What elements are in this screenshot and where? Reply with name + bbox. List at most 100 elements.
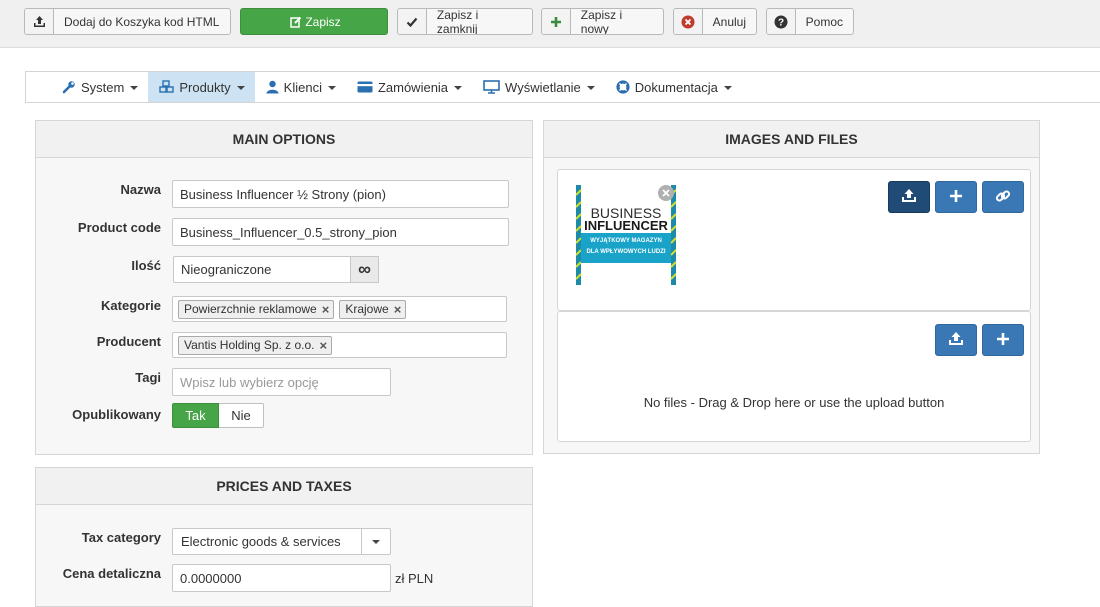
prices-panel: PRICES AND TAXES Tax category Electronic…: [35, 467, 533, 607]
svg-text:?: ?: [778, 17, 784, 28]
edit-icon: [287, 9, 305, 34]
main-menu: System Produkty Klienci Zamówienia Wyświ…: [25, 71, 1100, 103]
save-button[interactable]: Zapisz: [240, 8, 388, 35]
quantity-label: Ilość: [131, 258, 161, 273]
upload-file-button[interactable]: [935, 324, 977, 356]
no-files-message: No files - Drag & Drop here or use the u…: [643, 395, 945, 410]
categories-label: Kategorie: [101, 298, 161, 313]
menu-item-label: Klienci: [283, 79, 322, 95]
check-icon: [398, 9, 427, 34]
caret-down-icon: [327, 86, 336, 90]
save-new-label: Zapisz i nowy: [580, 8, 623, 35]
currency-label: zł PLN: [395, 571, 434, 586]
category-tag: Krajowe ×: [339, 299, 407, 319]
upload-image-button[interactable]: [888, 181, 930, 213]
infinity-icon: ∞: [358, 259, 371, 279]
retail-price-label: Cena detaliczna: [62, 566, 161, 581]
menu-item-dokumentacja[interactable]: Dokumentacja: [605, 72, 742, 102]
upload-icon: [25, 9, 54, 34]
product-code-input[interactable]: [172, 218, 509, 246]
category-tag-label: Krajowe: [345, 302, 389, 316]
tax-category-label: Tax category: [81, 530, 161, 545]
menu-item-label: Zamówienia: [377, 79, 449, 95]
menu-item-produkty[interactable]: Produkty: [148, 72, 255, 102]
name-input[interactable]: [172, 180, 509, 208]
product-image-thumbnail[interactable]: BUSINESS INFLUENCER WYJĄTKOWY MAGAZYN DL…: [575, 185, 677, 285]
images-dropzone[interactable]: BUSINESS INFLUENCER WYJĄTKOWY MAGAZYN DL…: [557, 169, 1031, 311]
published-yes-button[interactable]: Tak: [172, 403, 219, 428]
question-circle-icon: ?: [767, 9, 796, 34]
plus-icon: [996, 332, 1010, 349]
save-label: Zapisz: [305, 14, 341, 29]
thumbnail-text-3: WYJĄTKOWY MAGAZYN: [590, 238, 662, 244]
tags-input[interactable]: [172, 368, 391, 396]
save-new-button[interactable]: Zapisz i nowy: [541, 8, 664, 35]
product-code-label: Product code: [77, 220, 161, 235]
tags-label: Tagi: [135, 370, 161, 385]
menu-item-label: Dokumentacja: [634, 79, 718, 95]
menu-item-label: System: [81, 79, 125, 95]
main-options-title: MAIN OPTIONS: [36, 121, 532, 158]
add-file-button[interactable]: [982, 324, 1024, 356]
prices-title: PRICES AND TAXES: [36, 468, 532, 505]
caret-down-icon: [723, 86, 732, 90]
producer-field[interactable]: Vantis Holding Sp. z o.o. ×: [172, 332, 507, 358]
quantity-input[interactable]: [173, 256, 351, 283]
help-button[interactable]: ? Pomoc: [766, 8, 854, 35]
toolbar: Dodaj do Koszyka kod HTML Zapisz Zapisz …: [0, 0, 1100, 48]
tax-category-value: Electronic goods & services: [181, 534, 341, 549]
plus-icon: [542, 9, 571, 34]
cancel-circle-icon: [674, 9, 703, 34]
producer-tag-label: Vantis Holding Sp. z o.o.: [184, 338, 315, 352]
infinite-toggle-button[interactable]: ∞: [350, 256, 379, 283]
product-image: [575, 185, 677, 285]
wrench-icon: [62, 80, 76, 94]
credit-card-icon: [357, 81, 373, 93]
upload-icon: [948, 331, 964, 349]
categories-field[interactable]: Powierzchnie reklamowe × Krajowe ×: [172, 296, 507, 322]
caret-down-icon: [361, 529, 390, 554]
monitor-icon: [483, 80, 500, 94]
plus-icon: [949, 189, 963, 206]
save-close-label: Zapisz i zamknij: [436, 8, 479, 35]
link-image-button[interactable]: [982, 181, 1024, 213]
add-cart-html-label: Dodaj do Koszyka kod HTML: [64, 14, 220, 29]
caret-down-icon: [130, 86, 139, 90]
files-dropzone[interactable]: No files - Drag & Drop here or use the u…: [557, 311, 1031, 442]
category-tag-label: Powierzchnie reklamowe: [184, 302, 317, 316]
retail-price-input[interactable]: [172, 564, 391, 592]
images-files-title: IMAGES AND FILES: [544, 121, 1039, 158]
save-close-button[interactable]: Zapisz i zamknij: [397, 8, 533, 35]
menu-item-label: Produkty: [179, 79, 231, 95]
add-image-button[interactable]: [935, 181, 977, 213]
tax-category-select[interactable]: Electronic goods & services: [172, 528, 391, 555]
category-tag: Powierzchnie reklamowe ×: [178, 299, 335, 319]
remove-tag-icon[interactable]: ×: [322, 302, 330, 317]
main-options-panel: MAIN OPTIONS Nazwa Product code Ilość ∞ …: [35, 120, 533, 455]
menu-item-zamowienia[interactable]: Zamówienia: [346, 72, 472, 102]
remove-image-icon[interactable]: [658, 185, 674, 201]
cubes-icon: [159, 80, 175, 94]
menu-item-klienci[interactable]: Klienci: [255, 72, 346, 102]
producer-label: Producent: [96, 334, 161, 349]
remove-tag-icon[interactable]: ×: [394, 302, 402, 317]
name-label: Nazwa: [120, 182, 161, 197]
menu-item-system[interactable]: System: [26, 72, 148, 102]
menu-item-wyswietlanie[interactable]: Wyświetlanie: [472, 72, 605, 102]
add-cart-html-button[interactable]: Dodaj do Koszyka kod HTML: [24, 8, 231, 35]
remove-tag-icon[interactable]: ×: [320, 338, 328, 353]
images-files-panel: IMAGES AND FILES BUSINESS INFLUENCER WYJ…: [543, 120, 1040, 454]
menu-item-label: Wyświetlanie: [505, 79, 581, 95]
user-icon: [266, 80, 279, 94]
cancel-label: Anuluj: [712, 14, 746, 29]
thumbnail-text-2: INFLUENCER: [584, 218, 668, 233]
caret-down-icon: [454, 86, 463, 90]
cancel-button[interactable]: Anuluj: [673, 8, 757, 35]
published-label: Opublikowany: [72, 407, 161, 422]
help-label: Pomoc: [805, 14, 843, 29]
upload-icon: [901, 188, 917, 206]
thumbnail-text-4: DLA WPŁYWOWYCH LUDZI: [586, 249, 666, 255]
link-icon: [995, 188, 1011, 207]
producer-tag: Vantis Holding Sp. z o.o. ×: [178, 335, 333, 355]
published-no-button[interactable]: Nie: [219, 403, 264, 428]
